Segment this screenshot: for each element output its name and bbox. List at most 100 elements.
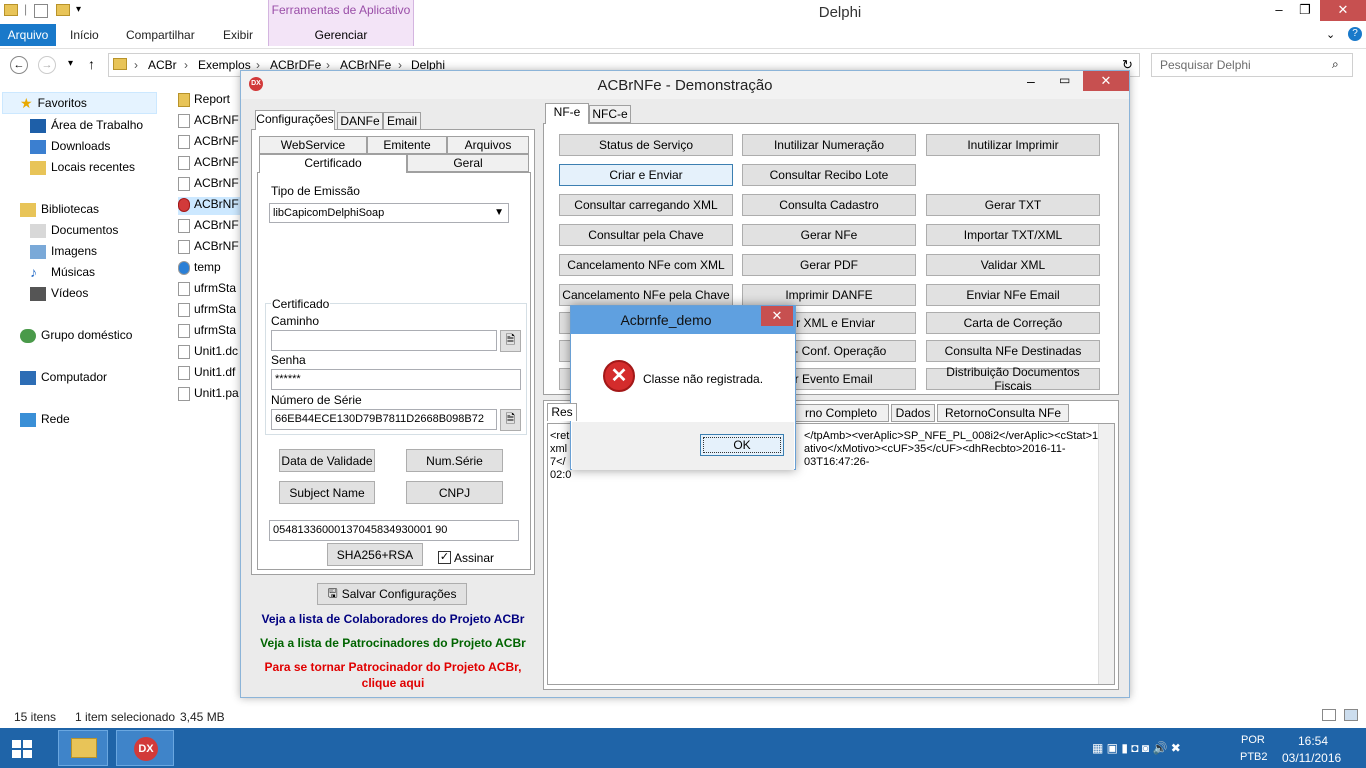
qat-dropdown-icon[interactable]: ▾ xyxy=(76,4,81,15)
details-view-icon[interactable] xyxy=(1322,709,1336,721)
nfe-action-button[interactable]: Importar TXT/XML xyxy=(926,224,1100,246)
file-item[interactable]: ACBrNF xyxy=(178,134,240,152)
nav-downloads[interactable]: Downloads xyxy=(30,139,110,154)
nfe-action-button[interactable]: Consultar pela Chave xyxy=(559,224,733,246)
salvar-configuracoes-button[interactable]: 🖫 Salvar Configurações xyxy=(317,583,467,605)
clock-date[interactable]: 03/11/2016 xyxy=(1282,751,1341,765)
file-item[interactable]: ACBrNF xyxy=(178,113,240,131)
nav-rede[interactable]: Rede xyxy=(20,412,70,427)
file-item[interactable]: Unit1.pa xyxy=(178,386,240,404)
tab-configuracoes[interactable]: Configurações xyxy=(255,110,335,130)
sha256-button[interactable]: SHA256+RSA xyxy=(327,543,423,566)
tab-dados[interactable]: Dados xyxy=(891,404,935,422)
nav-documentos[interactable]: Documentos xyxy=(30,223,118,238)
file-item[interactable]: ACBrNF xyxy=(178,239,240,257)
tab-danfe[interactable]: DANFe xyxy=(337,112,383,130)
close-button[interactable]: ✕ xyxy=(1320,0,1366,21)
app-minimize-button[interactable]: – xyxy=(1027,73,1035,89)
nfe-action-button[interactable]: Consulta Cadastro xyxy=(742,194,916,216)
ok-button[interactable]: OK xyxy=(700,434,784,456)
tab-arquivo[interactable]: Arquivo xyxy=(0,24,56,46)
hash-input[interactable]: 05481336000137045834930001 90 xyxy=(269,520,519,541)
large-icons-view-icon[interactable] xyxy=(1344,709,1358,721)
data-validade-button[interactable]: Data de Validade xyxy=(279,449,375,472)
tab-webservice[interactable]: WebService xyxy=(259,136,367,154)
app-close-button[interactable]: ✕ xyxy=(1083,71,1129,91)
nav-locais-recentes[interactable]: Locais recentes xyxy=(30,160,135,175)
file-item[interactable]: temp xyxy=(178,260,240,278)
nfe-action-button[interactable]: Gerar TXT xyxy=(926,194,1100,216)
tab-certificado[interactable]: Certificado xyxy=(259,154,407,173)
taskbar-explorer-button[interactable] xyxy=(58,730,108,766)
clock-time[interactable]: 16:54 xyxy=(1298,734,1328,748)
tab-resposta[interactable]: Res xyxy=(547,403,577,421)
link-tornar-patrocinador[interactable]: Para se tornar Patrocinador do Projeto A… xyxy=(253,660,533,674)
minimize-button[interactable]: – xyxy=(1266,0,1292,21)
file-item[interactable]: Unit1.dc xyxy=(178,344,240,362)
start-icon[interactable] xyxy=(12,740,32,758)
tab-gerenciar[interactable]: Gerenciar xyxy=(269,28,413,42)
nfe-action-button[interactable]: Gerar NFe xyxy=(742,224,916,246)
breadcrumb-acbr[interactable]: ACBr xyxy=(148,58,177,72)
cnpj-button[interactable]: CNPJ xyxy=(406,481,503,504)
dialog-close-button[interactable]: ✕ xyxy=(761,306,793,326)
nav-imagens[interactable]: Imagens xyxy=(30,244,97,259)
nav-videos[interactable]: Vídeos xyxy=(30,286,88,301)
link-patrocinadores[interactable]: Veja a lista de Patrocinadores do Projet… xyxy=(253,636,533,650)
file-item[interactable]: ACBrNF xyxy=(178,155,240,173)
tab-exibir[interactable]: Exibir xyxy=(223,28,253,42)
help-icon[interactable]: ? xyxy=(1348,27,1362,41)
nav-computador[interactable]: Computador xyxy=(20,370,107,385)
nav-musicas[interactable]: ♪ Músicas xyxy=(30,265,95,280)
tab-arquivos[interactable]: Arquivos xyxy=(447,136,529,154)
nfe-action-button[interactable]: Cancelamento NFe com XML xyxy=(559,254,733,276)
link-clique-aqui[interactable]: clique aqui xyxy=(253,676,533,690)
nav-favoritos[interactable]: ★ Favoritos xyxy=(20,96,87,111)
nfe-action-button[interactable]: Status de Serviço xyxy=(559,134,733,156)
nfe-action-button[interactable]: Imprimir DANFE xyxy=(742,284,916,306)
vertical-scrollbar[interactable] xyxy=(1098,424,1114,684)
tab-compartilhar[interactable]: Compartilhar xyxy=(126,28,195,42)
context-tab[interactable]: Ferramentas de Aplicativo Gerenciar xyxy=(268,0,414,46)
file-item[interactable]: ACBrNF xyxy=(178,218,240,236)
nav-bibliotecas[interactable]: Bibliotecas xyxy=(20,202,99,217)
numero-serie-input[interactable]: 66EB44ECE130D79B7811D2668B098B72 xyxy=(271,409,497,430)
senha-input[interactable]: ****** xyxy=(271,369,521,390)
browse-file-button[interactable]: 🗎 xyxy=(500,330,521,352)
file-item[interactable]: ufrmSta xyxy=(178,302,240,320)
lang-1[interactable]: POR xyxy=(1241,734,1265,746)
nav-area-trabalho[interactable]: Área de Trabalho xyxy=(30,118,143,133)
tray-icons[interactable]: ▦ ▣ ▮ ◘ ◙ 🔊 ✖ xyxy=(1092,741,1181,755)
subject-name-button[interactable]: Subject Name xyxy=(279,481,375,504)
taskbar-acbr-button[interactable]: DX xyxy=(116,730,174,766)
properties-icon[interactable] xyxy=(34,4,48,18)
tab-retorno-consulta[interactable]: RetornoConsulta NFe 2.01 xyxy=(937,404,1069,436)
search-input[interactable]: Pesquisar Delphi xyxy=(1151,53,1353,77)
nfe-action-button[interactable]: Gerar PDF xyxy=(742,254,916,276)
link-colaboradores[interactable]: Veja a lista de Colaboradores do Projeto… xyxy=(253,612,533,626)
forward-icon[interactable]: → xyxy=(38,56,56,74)
file-item[interactable]: Unit1.df xyxy=(178,365,240,383)
file-item[interactable]: Report xyxy=(178,92,240,110)
back-icon[interactable]: ← xyxy=(10,56,28,74)
nfe-action-button[interactable]: Inutilizar Imprimir xyxy=(926,134,1100,156)
nfe-action-button[interactable]: Enviar NFe Email xyxy=(926,284,1100,306)
file-item[interactable]: ACBrNF xyxy=(178,176,240,194)
nfe-action-button[interactable]: Consultar carregando XML xyxy=(559,194,733,216)
up-icon[interactable]: ↑ xyxy=(88,56,95,72)
nfe-action-button[interactable]: Consulta NFe Destinadas xyxy=(926,340,1100,362)
tab-geral[interactable]: Geral xyxy=(407,154,529,172)
app-maximize-button[interactable]: ▭ xyxy=(1059,73,1070,87)
tab-retorno-completo[interactable]: rno Completo WS xyxy=(793,404,889,436)
recent-dropdown-icon[interactable]: ▾ xyxy=(68,58,73,69)
nfe-action-button[interactable]: Validar XML xyxy=(926,254,1100,276)
select-cert-button[interactable]: 🗎 xyxy=(500,409,521,431)
num-serie-button[interactable]: Num.Série xyxy=(406,449,503,472)
tab-nfe[interactable]: NF-e xyxy=(545,103,589,124)
file-item[interactable]: ACBrNF xyxy=(178,197,240,215)
tab-nfce[interactable]: NFC-e xyxy=(589,105,631,123)
caminho-input[interactable] xyxy=(271,330,497,351)
file-item[interactable]: ufrmSta xyxy=(178,323,240,341)
new-folder-icon[interactable] xyxy=(56,4,70,16)
nfe-action-button[interactable]: Distribuição Documentos Fiscais xyxy=(926,365,1100,393)
